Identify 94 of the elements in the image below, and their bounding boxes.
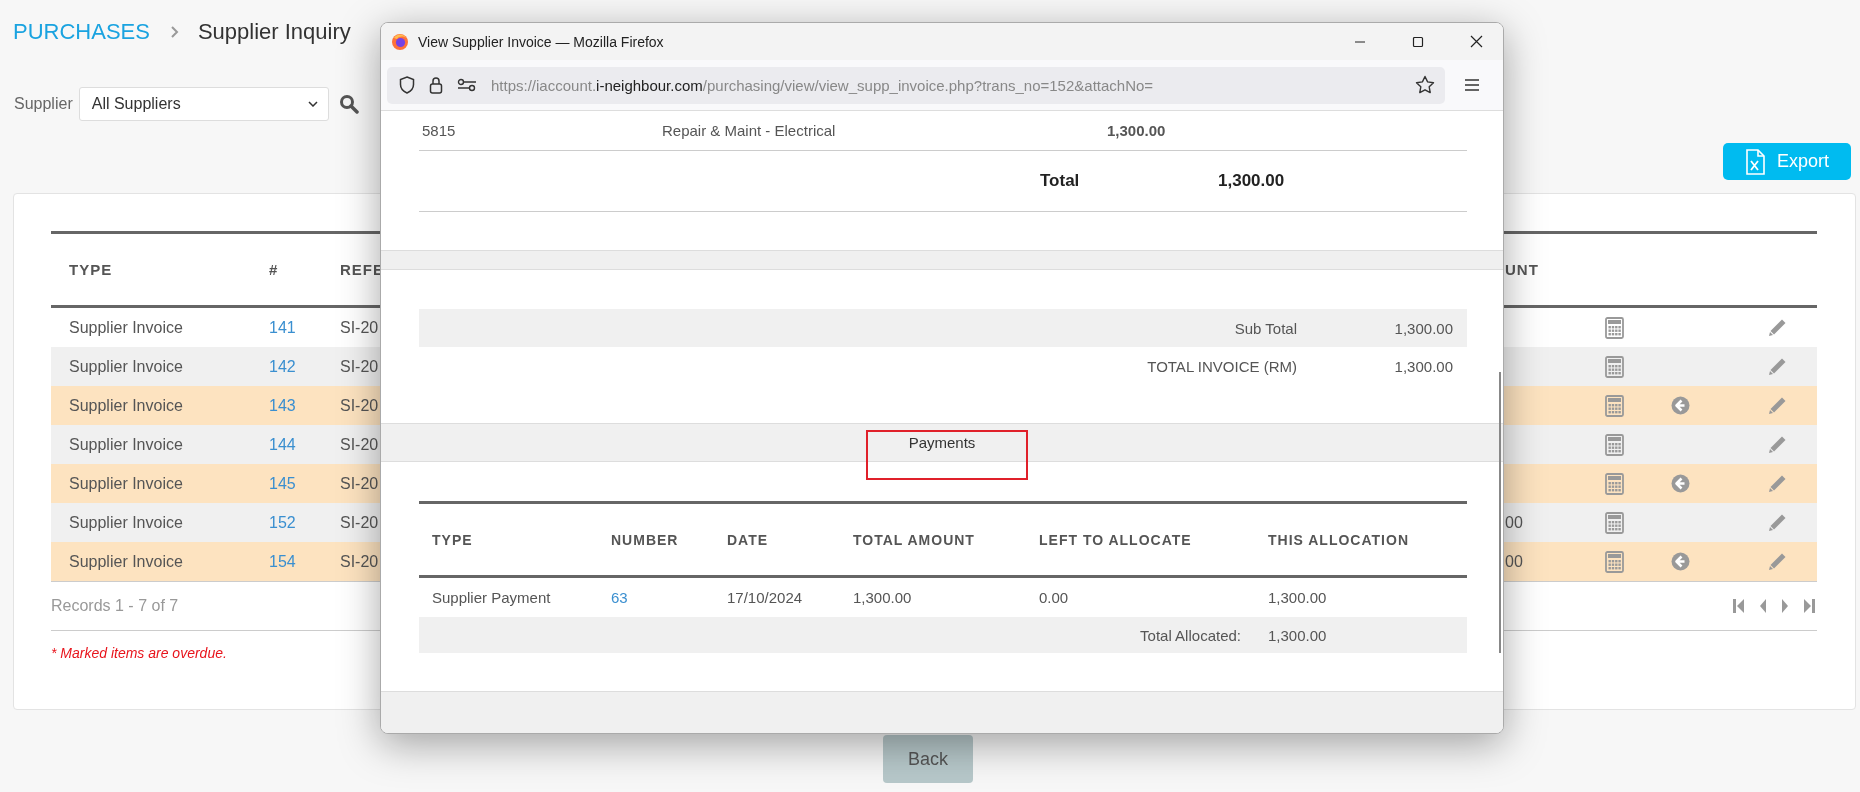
chevron-icon: [169, 25, 180, 39]
scrollbar[interactable]: [1499, 372, 1501, 653]
table-cell-text: Supplier Invoice: [68, 396, 184, 415]
column-header: #: [268, 261, 280, 278]
table-cell-text: Repair & Maint - Electrical: [662, 122, 837, 139]
sliders-icon: [457, 78, 477, 92]
back-button[interactable]: Back: [883, 735, 973, 783]
star-icon[interactable]: [1415, 75, 1435, 95]
spreadsheet-file-icon: [1745, 148, 1765, 175]
arrow-left-circle-icon[interactable]: [1671, 396, 1690, 415]
lock-icon: [429, 76, 443, 94]
browser-logo-icon: [391, 32, 409, 51]
table-cell-text: SI-20: [339, 396, 380, 415]
table-cell-text: 1,300.00: [1267, 589, 1328, 606]
table-cell-text: SI-20: [339, 474, 380, 493]
table-cell-text: SI-20: [339, 318, 380, 337]
payment-link[interactable]: 63: [598, 589, 714, 606]
table-cell-text: SI-20: [339, 513, 380, 532]
table-cell-text: 0.00: [1038, 589, 1070, 606]
pencil-icon[interactable]: [1767, 474, 1787, 493]
table-cell-text: SI-20: [339, 357, 380, 376]
table-cell-text: Supplier Invoice: [68, 435, 184, 454]
pencil-icon[interactable]: [1767, 396, 1787, 415]
total-label: Total Allocated:: [1139, 626, 1242, 644]
close-icon[interactable]: [1470, 35, 1483, 48]
table-cell-text: Supplier Invoice: [68, 552, 184, 571]
table-cell: 1,300.00: [1107, 122, 1166, 139]
total-value: 1,300.00: [1218, 171, 1285, 191]
table-cell-text: SI-20: [339, 552, 380, 571]
column-header: UNT: [1505, 261, 1539, 278]
pencil-icon[interactable]: [1767, 435, 1787, 454]
pencil-icon[interactable]: [1767, 513, 1787, 532]
window-title: View Supplier Invoice — Mozilla Firefox: [418, 33, 665, 50]
invoice-link[interactable]: 152: [251, 513, 322, 532]
breadcrumb-link[interactable]: PURCHASES: [13, 19, 150, 45]
column-header: THIS ALLOCATION: [1267, 531, 1410, 548]
column-header: NUMBER: [610, 531, 680, 548]
supplier-dropdown[interactable]: All Suppliers: [78, 87, 329, 121]
column-header: DATE: [726, 531, 770, 548]
next-page-icon[interactable]: [1781, 598, 1789, 614]
summary-value: 1,300.00: [1393, 319, 1454, 337]
total-label: Total: [1039, 171, 1081, 191]
invoice-link[interactable]: 145: [251, 474, 322, 493]
total-value: 1,300.00: [1267, 626, 1327, 644]
column-header: TYPE: [68, 261, 114, 278]
calculator-icon[interactable]: [1604, 433, 1624, 456]
calculator-icon[interactable]: [1604, 394, 1624, 417]
table-cell-text: Supplier Payment: [431, 589, 552, 606]
column-header: LEFT TO ALLOCATE: [1038, 531, 1193, 548]
summary-label: TOTAL INVOICE (RM): [1146, 357, 1297, 375]
invoice-link[interactable]: 142: [251, 357, 322, 376]
invoice-link[interactable]: 141: [251, 318, 322, 337]
first-page-icon[interactable]: [1733, 598, 1745, 614]
arrow-left-circle-icon[interactable]: [1671, 474, 1690, 493]
table-cell-text: Supplier Invoice: [68, 513, 184, 532]
shield-icon: [399, 76, 415, 94]
previous-page-icon[interactable]: [1759, 598, 1767, 614]
export-button[interactable]: Export: [1723, 143, 1851, 180]
maximize-icon[interactable]: [1412, 35, 1424, 48]
table-cell-text: SI-20: [339, 435, 380, 454]
table-cell-text: Supplier Invoice: [68, 318, 184, 337]
table-cell-text: 5815: [421, 122, 457, 139]
last-page-icon[interactable]: [1803, 598, 1815, 614]
overdue-note: * Marked items are overdue.: [51, 645, 228, 661]
address-bar[interactable]: https://iaccount.i-neighbour.com/purchasing/view/view_supp_invoice.php?trans_no=152&attachNo=: [387, 66, 1445, 104]
table-cell-text: 00: [1505, 513, 1524, 532]
calculator-icon[interactable]: [1604, 355, 1624, 378]
table-cell-text: 00: [1505, 552, 1524, 571]
pencil-icon[interactable]: [1767, 318, 1787, 337]
arrow-left-circle-icon[interactable]: [1671, 552, 1690, 571]
table-cell-text: 17/10/2024: [726, 589, 804, 606]
calculator-icon[interactable]: [1604, 550, 1624, 573]
table-cell-text: Supplier Invoice: [68, 357, 184, 376]
search-icon[interactable]: [338, 94, 359, 114]
calculator-icon[interactable]: [1604, 472, 1624, 495]
pencil-icon[interactable]: [1767, 357, 1787, 376]
column-header: TOTAL AMOUNT: [852, 531, 976, 548]
invoice-link[interactable]: 154: [251, 552, 322, 571]
calculator-icon[interactable]: [1604, 511, 1624, 534]
section-title: Payments: [908, 434, 976, 451]
table-cell-text: Supplier Invoice: [68, 474, 184, 493]
menu-icon[interactable]: [1464, 78, 1480, 92]
pencil-icon[interactable]: [1767, 552, 1787, 571]
summary-value: 1,300.00: [1393, 357, 1454, 375]
filter-label: Supplier: [14, 95, 73, 113]
records-count: Records 1 - 7 of 7: [51, 597, 179, 615]
page-title: Supplier Inquiry: [197, 19, 351, 45]
table-cell-text: 1,300.00: [852, 589, 913, 606]
summary-label: Sub Total: [1233, 319, 1297, 337]
column-header: TYPE: [431, 531, 474, 548]
calculator-icon[interactable]: [1604, 316, 1624, 339]
caret-icon: [307, 101, 318, 107]
invoice-link[interactable]: 144: [251, 435, 322, 454]
invoice-link[interactable]: 143: [251, 396, 322, 415]
